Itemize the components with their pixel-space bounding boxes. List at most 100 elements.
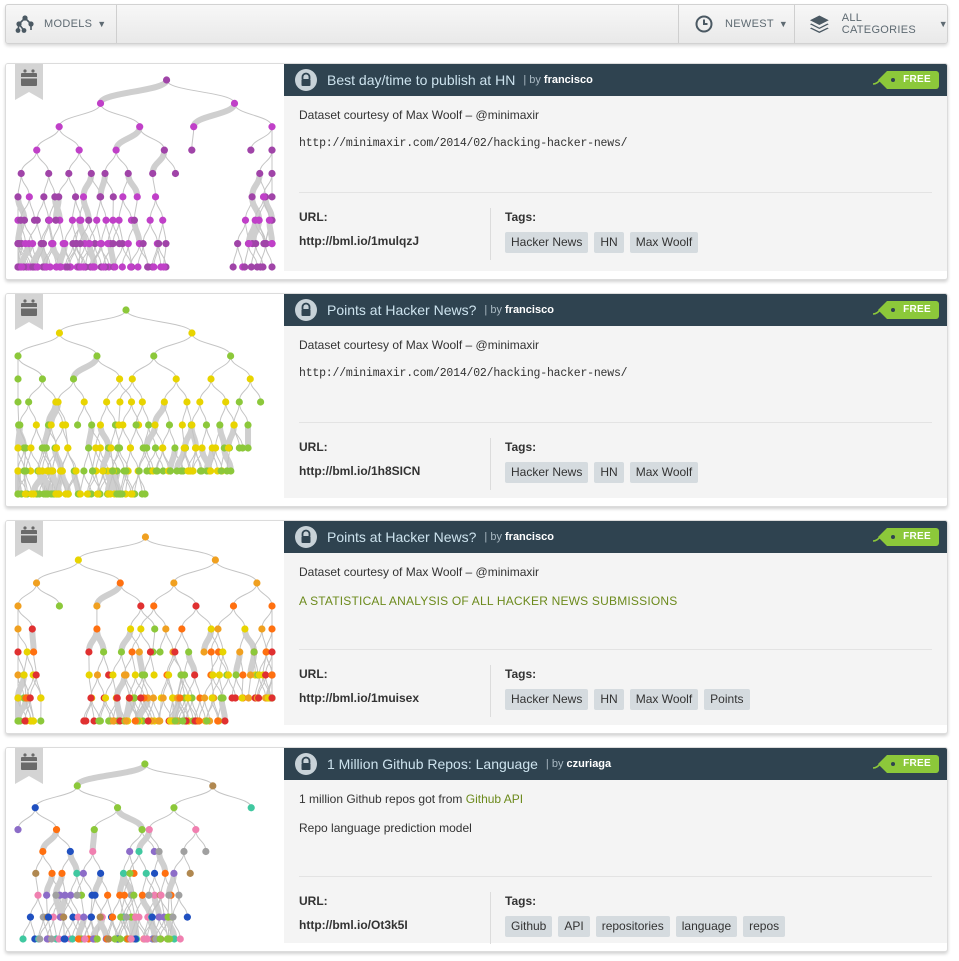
- tree-node: [93, 602, 101, 610]
- models-menu[interactable]: MODELS ▼: [6, 5, 117, 43]
- tree-branch: [74, 762, 148, 788]
- tree-node: [52, 891, 60, 899]
- model-thumbnail[interactable]: [6, 748, 284, 951]
- tree-node: [37, 717, 45, 725]
- model-title[interactable]: Points at Hacker News?: [327, 302, 476, 318]
- tree-branch: [76, 785, 119, 808]
- tree-branch: [41, 378, 57, 403]
- tree-node: [101, 694, 110, 702]
- tag-chip[interactable]: HN: [594, 689, 624, 710]
- tag-chip[interactable]: repositories: [595, 916, 670, 937]
- tag-chip[interactable]: Hacker News: [505, 462, 589, 483]
- description-line: Dataset courtesy of Max Woolf – @minimax…: [299, 565, 540, 579]
- tag-chip[interactable]: HN: [594, 462, 624, 483]
- model-thumbnail[interactable]: [6, 521, 284, 733]
- tree-branch: [36, 150, 50, 174]
- tag-chip[interactable]: language: [675, 916, 738, 937]
- tree-node: [208, 694, 216, 702]
- tree-node: [74, 556, 82, 564]
- tree-branch: [191, 401, 201, 426]
- price-label: FREE: [878, 528, 939, 546]
- tree-branch: [73, 378, 85, 403]
- tree-node: [207, 625, 215, 633]
- tag-chip[interactable]: repos: [743, 916, 786, 937]
- tree-node: [143, 467, 151, 475]
- tag-chip[interactable]: Github: [505, 916, 553, 937]
- tag-chip[interactable]: Points: [704, 689, 750, 710]
- tree-node: [180, 847, 188, 856]
- lock-icon: [295, 299, 317, 321]
- tag-chip[interactable]: Hacker News: [505, 232, 589, 253]
- tree-node: [203, 717, 211, 725]
- tag-chip[interactable]: Hacker News: [505, 689, 589, 710]
- tree-node: [100, 648, 108, 656]
- tree-node: [76, 490, 85, 498]
- tree-node: [178, 421, 186, 429]
- tree-node: [26, 694, 34, 702]
- model-url-link[interactable]: http://bml.io/1muisex: [299, 691, 419, 705]
- sort-newest-menu[interactable]: NEWEST ▼: [678, 5, 794, 43]
- model-thumbnail[interactable]: [6, 294, 284, 506]
- model-title[interactable]: Points at Hacker News?: [327, 529, 476, 545]
- tree-node: [209, 782, 217, 790]
- tree-node: [22, 467, 30, 475]
- model-card[interactable]: Points at Hacker News? | by francisco FR…: [5, 520, 948, 734]
- tree-node: [156, 648, 164, 656]
- tree-node: [80, 717, 88, 725]
- model-card[interactable]: 1 Million Github Repos: Language | by cz…: [5, 747, 948, 952]
- tree-node: [130, 216, 138, 224]
- tree-node: [268, 193, 276, 201]
- tree-branch: [28, 378, 43, 403]
- tree-branch: [64, 220, 73, 244]
- tree-branch: [238, 401, 249, 426]
- tree-node: [181, 444, 189, 452]
- tree-node: [26, 913, 35, 921]
- model-url-link[interactable]: http://bml.io/Ot3k5I: [299, 918, 408, 932]
- tag-chip[interactable]: Max Woolf: [629, 232, 699, 253]
- tree-node: [14, 602, 22, 610]
- tree-branch: [238, 378, 251, 403]
- model-title[interactable]: Best day/time to publish at HN: [327, 72, 515, 88]
- tree-node: [202, 421, 211, 429]
- price-tag: FREE: [873, 528, 939, 546]
- tree-node: [190, 123, 198, 131]
- tree-node: [42, 263, 50, 271]
- tree-node: [178, 625, 186, 633]
- tree-branch: [142, 220, 151, 244]
- tree-node: [137, 602, 145, 610]
- model-card[interactable]: Points at Hacker News? | by francisco FR…: [5, 293, 948, 507]
- tag-chip[interactable]: Max Woolf: [629, 689, 699, 710]
- model-url-link[interactable]: http://bml.io/1mulqzJ: [299, 234, 419, 248]
- tree-node: [23, 648, 31, 656]
- tree-branch: [234, 103, 273, 127]
- tree-node: [118, 490, 126, 498]
- tree-node: [47, 421, 55, 429]
- card-header: Best day/time to publish at HN | by fran…: [284, 64, 947, 96]
- model-title[interactable]: 1 Million Github Repos: Language: [327, 756, 538, 772]
- tree-branch: [122, 424, 131, 449]
- tree-node: [214, 625, 222, 633]
- github-api-link[interactable]: Github API: [466, 792, 523, 806]
- description-line[interactable]: A STATISTICAL ANALYSIS OF ALL HACKER NEW…: [299, 594, 932, 608]
- tree-node: [150, 352, 158, 360]
- tag-chip[interactable]: Max Woolf: [629, 462, 699, 483]
- model-thumbnail[interactable]: [6, 64, 284, 279]
- categories-menu[interactable]: ALL CATEGORIES ▼: [794, 5, 948, 43]
- tag-chip[interactable]: API: [558, 916, 590, 937]
- tree-branch: [112, 651, 122, 676]
- tree-node: [126, 847, 134, 856]
- card-header: Points at Hacker News? | by francisco FR…: [284, 521, 947, 553]
- tag-chip[interactable]: HN: [594, 232, 624, 253]
- model-url-link[interactable]: http://bml.io/1h8SICN: [299, 464, 420, 478]
- clock-icon: [695, 15, 713, 33]
- tree-branch: [131, 378, 143, 403]
- tree-node: [73, 782, 81, 790]
- divider: [299, 192, 932, 193]
- tree-node: [76, 216, 84, 224]
- tree-node: [235, 398, 243, 406]
- tree-node: [60, 913, 68, 921]
- model-card[interactable]: Best day/time to publish at HN | by fran…: [5, 63, 948, 280]
- tree-node: [132, 421, 140, 429]
- tree-branch: [261, 605, 273, 630]
- tree-node: [111, 263, 119, 271]
